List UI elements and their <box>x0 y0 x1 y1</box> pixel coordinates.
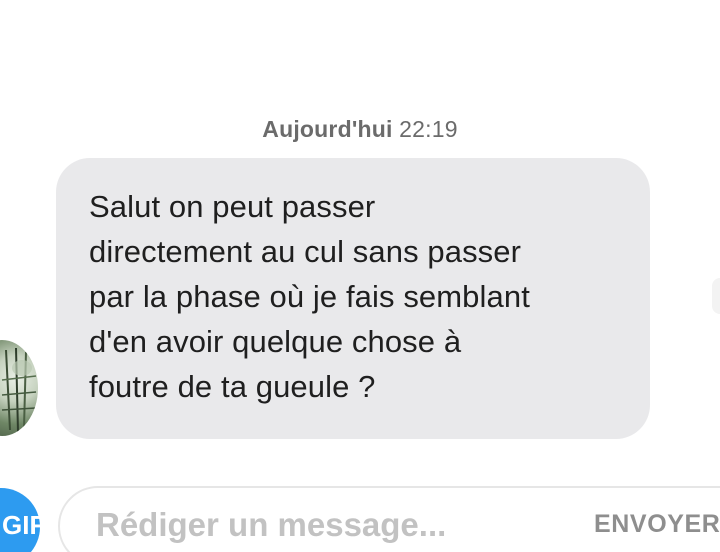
incoming-message-bubble[interactable]: Salut on peut passer directement au cul … <box>56 158 650 439</box>
message-input[interactable] <box>96 502 556 548</box>
message-text: Salut on peut passer directement au cul … <box>89 189 530 404</box>
send-button[interactable]: ENVOYER <box>594 510 720 539</box>
avatar-photo <box>1 347 37 433</box>
timestamp-time: 22:19 <box>399 116 458 142</box>
offscreen-element <box>712 278 720 314</box>
avatar[interactable] <box>0 340 38 436</box>
message-composer: ENVOYER <box>58 486 720 552</box>
chat-screen: Aujourd'hui 22:19 Salut on peut passer d… <box>0 0 720 552</box>
message-timestamp: Aujourd'hui 22:19 <box>0 116 720 143</box>
timestamp-day: Aujourd'hui <box>262 116 393 142</box>
gif-button[interactable]: GIF <box>0 488 45 552</box>
